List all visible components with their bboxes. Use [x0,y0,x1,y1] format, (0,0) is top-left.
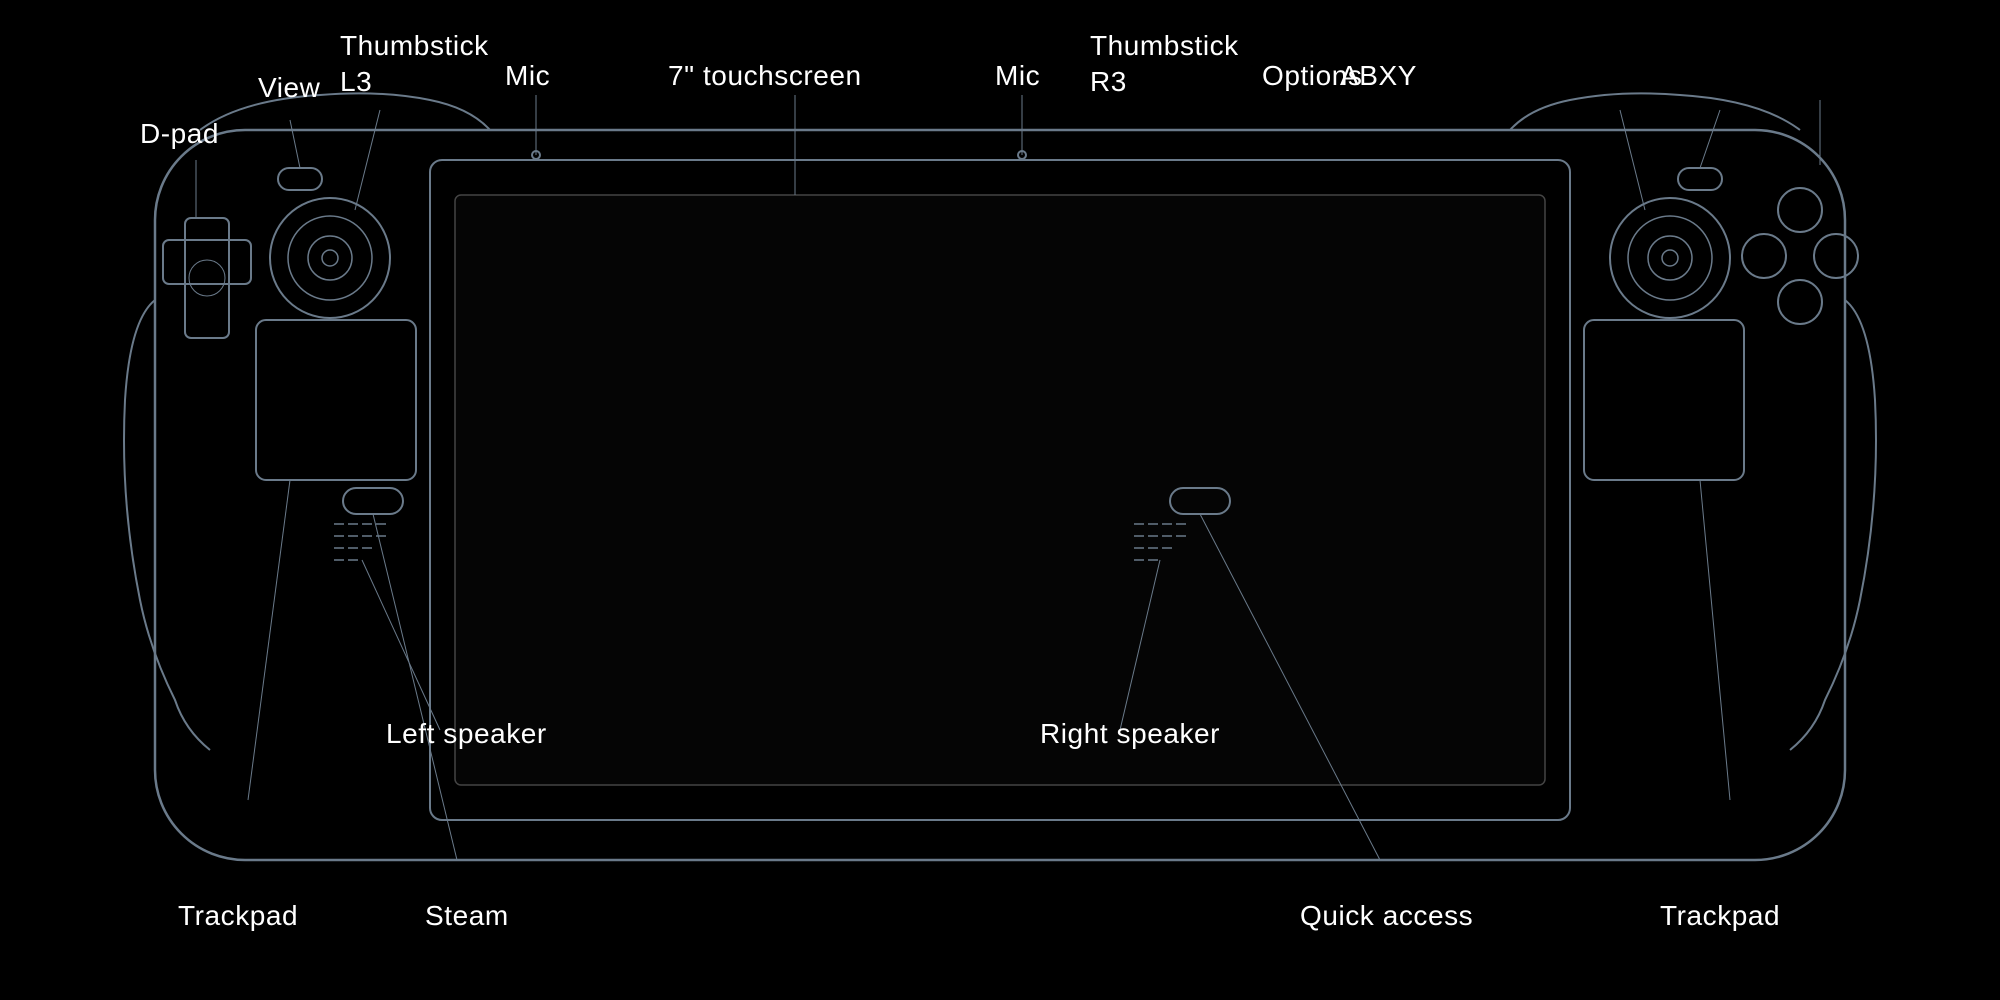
label-mic-right: Mic [995,60,1040,92]
label-left-speaker: Left speaker [386,718,547,750]
label-trackpad-right: Trackpad [1660,900,1780,932]
label-steam: Steam [425,900,509,932]
label-dpad: D-pad [140,118,219,150]
label-thumbstick-l3: Thumbstick L3 [340,28,489,101]
label-right-speaker: Right speaker [1040,718,1220,750]
label-mic-left: Mic [505,60,550,92]
label-thumbstick-r3: Thumbstick R3 [1090,28,1239,101]
label-touchscreen: 7" touchscreen [668,60,862,92]
label-abxy: ABXY [1340,60,1417,92]
label-trackpad-left: Trackpad [178,900,298,932]
label-view: View [258,72,320,104]
label-quick-access: Quick access [1300,900,1473,932]
diagram-container: D-pad View Thumbstick L3 Mic 7" touchscr… [0,0,2000,1000]
